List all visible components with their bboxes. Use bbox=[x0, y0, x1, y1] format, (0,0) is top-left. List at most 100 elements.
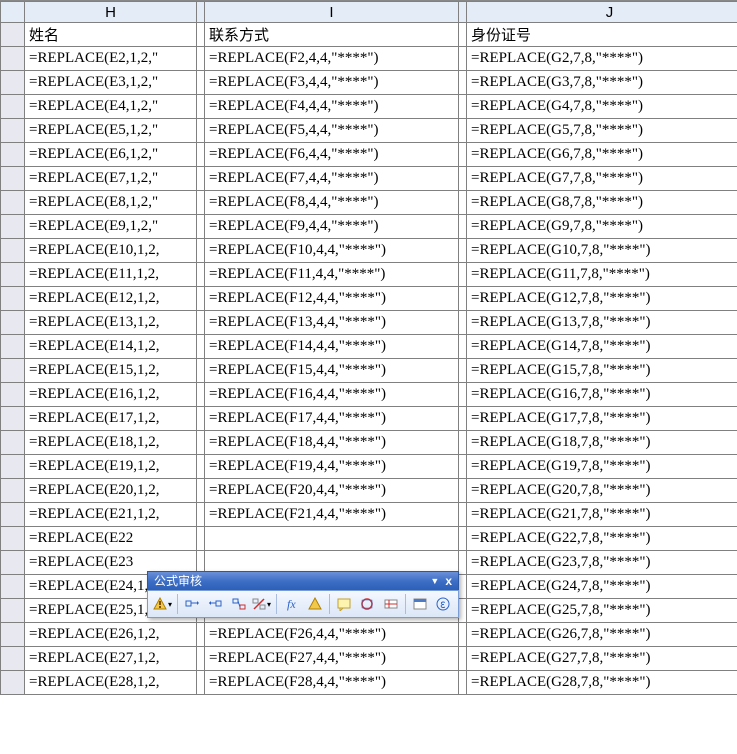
cell[interactable]: =REPLACE(F5,4,4,"****") bbox=[205, 119, 459, 143]
row-header[interactable] bbox=[1, 599, 25, 623]
row-header[interactable] bbox=[1, 335, 25, 359]
toolbar-close-button[interactable]: x bbox=[445, 572, 452, 590]
cell[interactable]: =REPLACE(G26,7,8,"****") bbox=[467, 623, 737, 647]
toolbar-options-arrow[interactable]: ▼ bbox=[430, 572, 439, 590]
cell[interactable]: 身份证号 bbox=[467, 23, 737, 47]
cell[interactable]: =REPLACE(F2,4,4,"****") bbox=[205, 47, 459, 71]
row-header[interactable] bbox=[1, 263, 25, 287]
cell[interactable]: =REPLACE(F19,4,4,"****") bbox=[205, 455, 459, 479]
cell[interactable]: =REPLACE(E4,1,2," bbox=[25, 95, 197, 119]
cell[interactable]: =REPLACE(F3,4,4,"****") bbox=[205, 71, 459, 95]
cell[interactable]: =REPLACE(E2,1,2," bbox=[25, 47, 197, 71]
cell[interactable]: =REPLACE(E9,1,2," bbox=[25, 215, 197, 239]
cell[interactable]: =REPLACE(F28,4,4,"****") bbox=[205, 671, 459, 695]
cell[interactable]: =REPLACE(G14,7,8,"****") bbox=[467, 335, 737, 359]
cell[interactable]: =REPLACE(G10,7,8,"****") bbox=[467, 239, 737, 263]
row-header[interactable] bbox=[1, 287, 25, 311]
row-header[interactable] bbox=[1, 359, 25, 383]
cell[interactable]: =REPLACE(E17,1,2, bbox=[25, 407, 197, 431]
cell[interactable]: =REPLACE(F17,4,4,"****") bbox=[205, 407, 459, 431]
cell[interactable]: =REPLACE(G21,7,8,"****") bbox=[467, 503, 737, 527]
cell[interactable]: =REPLACE(G27,7,8,"****") bbox=[467, 647, 737, 671]
row-header[interactable] bbox=[1, 383, 25, 407]
cell[interactable]: =REPLACE(F27,4,4,"****") bbox=[205, 647, 459, 671]
cell[interactable]: =REPLACE(F11,4,4,"****") bbox=[205, 263, 459, 287]
cell[interactable]: =REPLACE(G13,7,8,"****") bbox=[467, 311, 737, 335]
cell[interactable]: =REPLACE(F18,4,4,"****") bbox=[205, 431, 459, 455]
cell[interactable]: =REPLACE(F16,4,4,"****") bbox=[205, 383, 459, 407]
row-header[interactable] bbox=[1, 71, 25, 95]
row-header[interactable] bbox=[1, 191, 25, 215]
cell[interactable]: =REPLACE(E7,1,2," bbox=[25, 167, 197, 191]
col-header-h[interactable]: H bbox=[25, 2, 197, 23]
cell[interactable]: =REPLACE(G3,7,8,"****") bbox=[467, 71, 737, 95]
cell[interactable]: =REPLACE(E26,1,2, bbox=[25, 623, 197, 647]
row-header[interactable] bbox=[1, 311, 25, 335]
cell[interactable]: =REPLACE(F21,4,4,"****") bbox=[205, 503, 459, 527]
cell[interactable]: =REPLACE(G16,7,8,"****") bbox=[467, 383, 737, 407]
cell[interactable]: =REPLACE(G5,7,8,"****") bbox=[467, 119, 737, 143]
cell[interactable]: =REPLACE(E22 bbox=[25, 527, 197, 551]
col-header-i[interactable]: I bbox=[205, 2, 459, 23]
row-header[interactable] bbox=[1, 455, 25, 479]
cell[interactable]: =REPLACE(G11,7,8,"****") bbox=[467, 263, 737, 287]
cell[interactable]: =REPLACE(F6,4,4,"****") bbox=[205, 143, 459, 167]
cell[interactable]: =REPLACE(F9,4,4,"****") bbox=[205, 215, 459, 239]
row-header[interactable] bbox=[1, 119, 25, 143]
cell[interactable]: =REPLACE(E8,1,2," bbox=[25, 191, 197, 215]
cell[interactable]: =REPLACE(E15,1,2, bbox=[25, 359, 197, 383]
cell[interactable]: =REPLACE(F14,4,4,"****") bbox=[205, 335, 459, 359]
cell[interactable]: =REPLACE(F4,4,4,"****") bbox=[205, 95, 459, 119]
cell[interactable]: =REPLACE(E14,1,2, bbox=[25, 335, 197, 359]
cell[interactable]: =REPLACE(F20,4,4,"****") bbox=[205, 479, 459, 503]
cell[interactable]: =REPLACE(F10,4,4,"****") bbox=[205, 239, 459, 263]
trace-error-icon[interactable] bbox=[228, 593, 249, 615]
row-header[interactable] bbox=[1, 167, 25, 191]
row-header[interactable] bbox=[1, 503, 25, 527]
cell[interactable]: =REPLACE(E28,1,2, bbox=[25, 671, 197, 695]
cell[interactable]: =REPLACE(G18,7,8,"****") bbox=[467, 431, 737, 455]
watch-window-icon[interactable] bbox=[410, 593, 431, 615]
cell[interactable]: =REPLACE(E18,1,2, bbox=[25, 431, 197, 455]
cell[interactable]: =REPLACE(F8,4,4,"****") bbox=[205, 191, 459, 215]
cell[interactable]: =REPLACE(E21,1,2, bbox=[25, 503, 197, 527]
row-header[interactable] bbox=[1, 23, 25, 47]
cell[interactable]: =REPLACE(G12,7,8,"****") bbox=[467, 287, 737, 311]
row-header[interactable] bbox=[1, 215, 25, 239]
cell[interactable]: =REPLACE(F7,4,4,"****") bbox=[205, 167, 459, 191]
validation-list-icon[interactable] bbox=[357, 593, 378, 615]
cell[interactable]: =REPLACE(G7,7,8,"****") bbox=[467, 167, 737, 191]
toolbar-titlebar[interactable]: 公式审核 ▼ x bbox=[147, 571, 459, 590]
cell[interactable]: =REPLACE(E12,1,2, bbox=[25, 287, 197, 311]
cell[interactable]: =REPLACE(F12,4,4,"****") bbox=[205, 287, 459, 311]
row-header[interactable] bbox=[1, 551, 25, 575]
row-header[interactable] bbox=[1, 239, 25, 263]
row-header[interactable] bbox=[1, 407, 25, 431]
cell[interactable]: 联系方式 bbox=[205, 23, 459, 47]
cell[interactable]: =REPLACE(E10,1,2, bbox=[25, 239, 197, 263]
cell[interactable]: =REPLACE(G17,7,8,"****") bbox=[467, 407, 737, 431]
cell[interactable]: =REPLACE(G9,7,8,"****") bbox=[467, 215, 737, 239]
trace-dependents-icon[interactable] bbox=[205, 593, 226, 615]
col-header-j[interactable]: J bbox=[467, 2, 737, 23]
row-header[interactable] bbox=[1, 671, 25, 695]
row-header[interactable] bbox=[1, 431, 25, 455]
cell[interactable]: =REPLACE(E6,1,2," bbox=[25, 143, 197, 167]
formula-audit-toolbar[interactable]: 公式审核 ▼ x ▾ ▾ fx ℇ bbox=[147, 571, 459, 618]
cell[interactable]: =REPLACE(G6,7,8,"****") bbox=[467, 143, 737, 167]
cell[interactable]: =REPLACE(G22,7,8,"****") bbox=[467, 527, 737, 551]
cell[interactable] bbox=[205, 527, 459, 551]
row-header[interactable] bbox=[1, 575, 25, 599]
show-formulas-icon[interactable] bbox=[380, 593, 401, 615]
cell[interactable]: =REPLACE(E20,1,2, bbox=[25, 479, 197, 503]
row-header[interactable] bbox=[1, 95, 25, 119]
cell[interactable]: =REPLACE(E13,1,2, bbox=[25, 311, 197, 335]
row-header[interactable] bbox=[1, 647, 25, 671]
cell[interactable]: 姓名 bbox=[25, 23, 197, 47]
cell[interactable]: =REPLACE(G2,7,8,"****") bbox=[467, 47, 737, 71]
cell[interactable]: =REPLACE(G24,7,8,"****") bbox=[467, 575, 737, 599]
cell[interactable]: =REPLACE(G4,7,8,"****") bbox=[467, 95, 737, 119]
corner-cell[interactable] bbox=[1, 2, 25, 23]
new-comment-icon[interactable] bbox=[334, 593, 355, 615]
row-header[interactable] bbox=[1, 623, 25, 647]
